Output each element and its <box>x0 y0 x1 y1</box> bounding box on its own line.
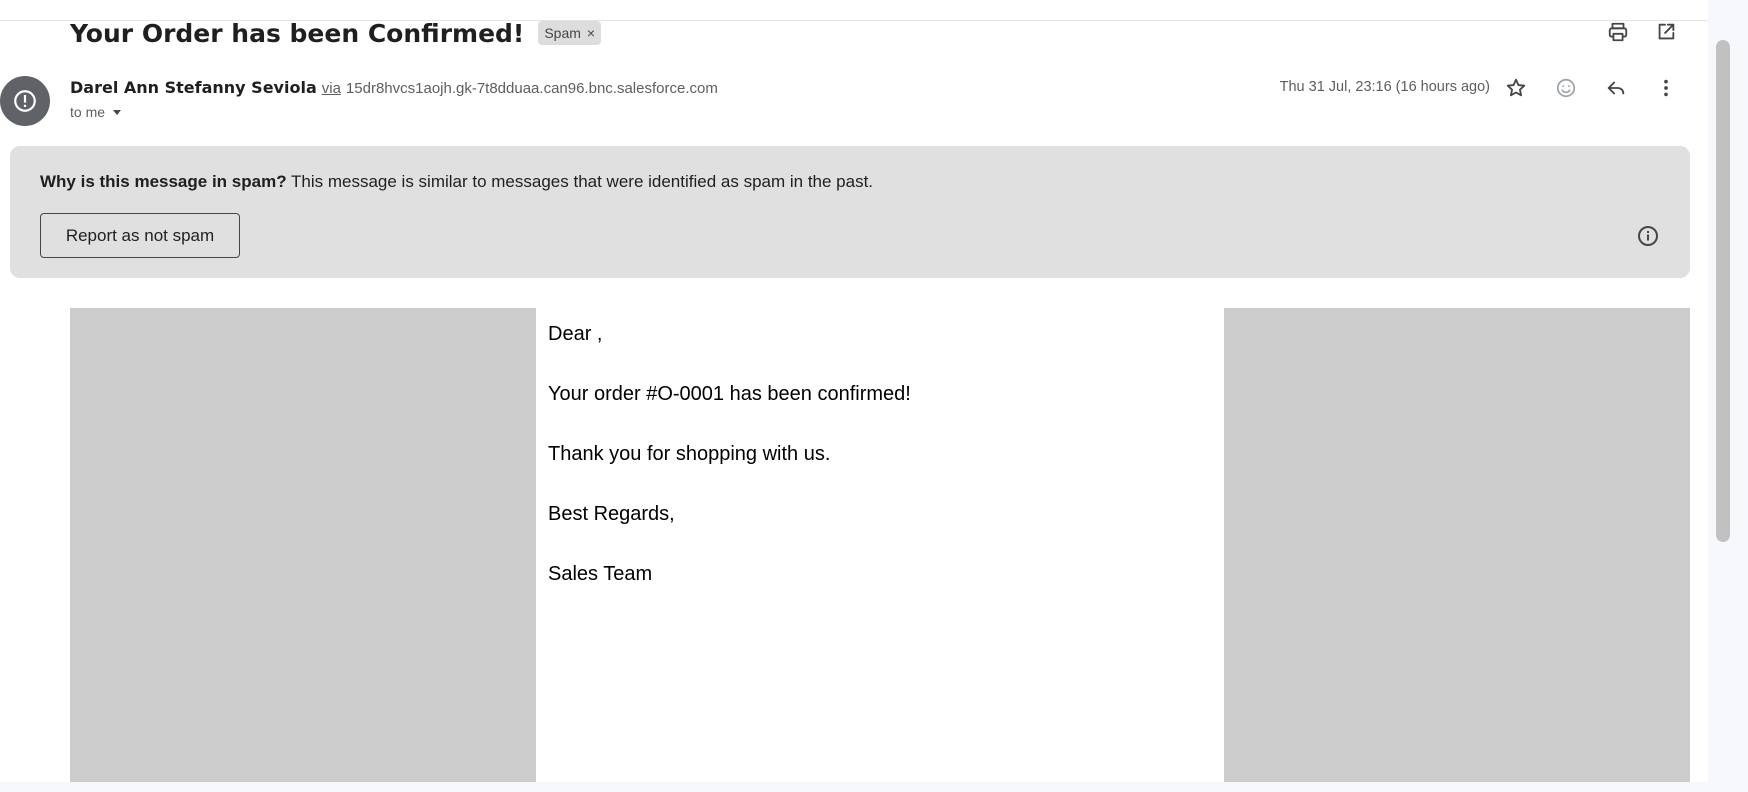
sender-name[interactable]: Darel Ann Stefanny Seviola <box>70 78 317 97</box>
spam-question: Why is this message in spam? <box>40 172 287 191</box>
print-icon[interactable] <box>1606 20 1630 44</box>
email-timestamp: Thu 31 Jul, 23:16 (16 hours ago) <box>1279 79 1490 95</box>
recipient-label: to me <box>70 104 106 120</box>
spam-explanation: This message is similar to messages that… <box>291 172 874 191</box>
remove-label-icon[interactable]: × <box>587 25 595 41</box>
spam-reason: Why is this message in spam? This messag… <box>40 172 873 192</box>
vertical-scrollbar[interactable] <box>1716 40 1730 542</box>
sender-avatar[interactable] <box>0 76 50 126</box>
spam-label-text: Spam <box>544 25 581 41</box>
recipient-details-toggle[interactable]: to me <box>70 104 123 120</box>
body-line: Your order #O-0001 has been confirmed! <box>548 383 911 405</box>
message-actions <box>1504 76 1678 100</box>
email-view-panel: Your Order has been Confirmed! Spam × Da… <box>0 0 1708 782</box>
via-link[interactable]: via <box>322 80 341 97</box>
body-line: Thank you for shopping with us. <box>548 443 831 465</box>
email-subject: Your Order has been Confirmed! <box>70 18 525 48</box>
spam-label-chip[interactable]: Spam × <box>538 21 602 45</box>
right-image-placeholder <box>1224 308 1690 782</box>
reply-icon[interactable] <box>1604 76 1628 100</box>
email-body: Dear , Your order #O-0001 has been confi… <box>70 308 1690 782</box>
spam-warning-icon <box>14 90 36 112</box>
subject-row: Your Order has been Confirmed! Spam × <box>70 14 602 52</box>
body-line: Best Regards, <box>548 503 675 525</box>
header-actions <box>1606 20 1678 44</box>
left-image-placeholder <box>70 308 536 782</box>
more-vertical-icon[interactable] <box>1654 76 1678 100</box>
via-domain: 15dr8hvcs1aojh.gk-7t8dduaa.can96.bnc.sal… <box>345 80 718 97</box>
body-line: Dear , <box>548 323 603 345</box>
caret-down-icon <box>113 110 122 115</box>
open-in-new-window-icon[interactable] <box>1654 20 1678 44</box>
body-line: Sales Team <box>548 563 653 585</box>
star-icon[interactable] <box>1504 76 1528 100</box>
info-icon[interactable] <box>1636 224 1660 253</box>
report-not-spam-button[interactable]: Report as not spam <box>40 213 240 258</box>
emoji-reaction-icon[interactable] <box>1554 76 1578 100</box>
spam-warning-banner: Why is this message in spam? This messag… <box>10 146 1690 278</box>
sender-row: Darel Ann Stefanny Seviola via 15dr8hvcs… <box>70 78 718 97</box>
message-text: Dear , Your order #O-0001 has been confi… <box>548 322 1208 622</box>
